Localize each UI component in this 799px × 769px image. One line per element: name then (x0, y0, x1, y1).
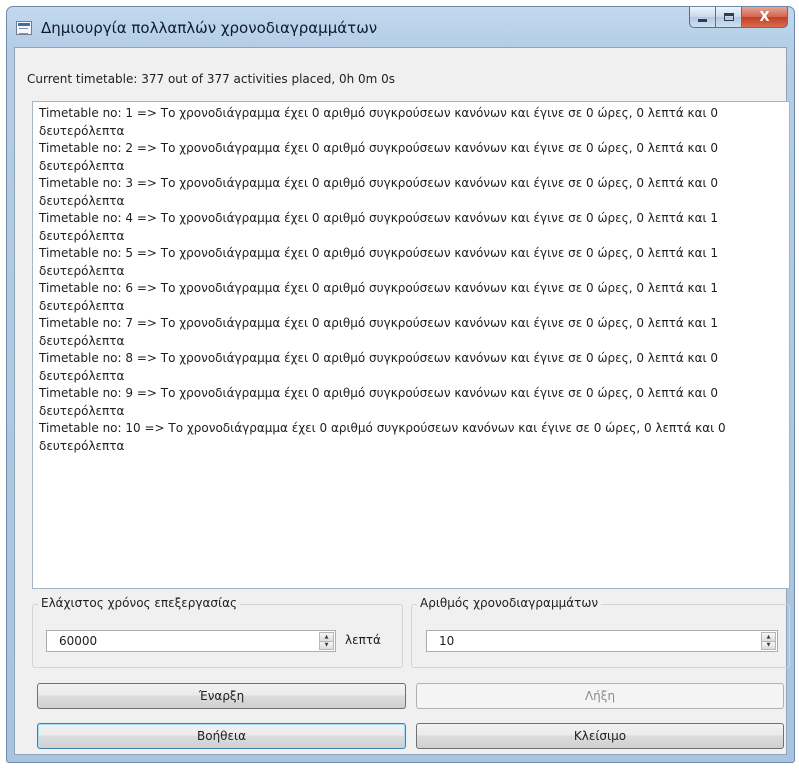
dialog-window: Δημιουργία πολλαπλών χρονοδιαγραμμάτων X… (6, 6, 795, 763)
log-line: Timetable no: 9 => Το χρονοδιάγραμμα έχε… (39, 386, 719, 418)
current-timetable-status: Current timetable: 377 out of 377 activi… (27, 72, 396, 86)
close-button[interactable]: Κλείσιμο (416, 723, 784, 749)
min-time-spin-arrows: ▲ ▼ (319, 632, 334, 650)
spin-down-icon[interactable]: ▼ (319, 641, 334, 650)
minimize-icon (698, 18, 707, 22)
timetable-log[interactable]: Timetable no: 1 => Το χρονοδιάγραμμα έχε… (32, 101, 790, 589)
caption-buttons: X (689, 7, 788, 29)
timetable-count-input[interactable] (439, 631, 639, 651)
help-button[interactable]: Βοήθεια (37, 723, 406, 749)
min-time-group: Ελάχιστος χρόνος επεξεργασίας ▲ ▼ λεπτά (32, 596, 403, 668)
spin-down-icon[interactable]: ▼ (761, 641, 776, 650)
min-time-input[interactable] (59, 631, 259, 651)
maximize-icon (723, 13, 734, 21)
dialog-client-area: Current timetable: 377 out of 377 activi… (14, 47, 790, 755)
min-time-group-label: Ελάχιστος χρόνος επεξεργασίας (38, 596, 241, 610)
log-line: Timetable no: 7 => Το χρονοδιάγραμμα έχε… (39, 316, 719, 348)
min-time-spinbox: ▲ ▼ (46, 630, 336, 652)
maximize-button[interactable] (716, 7, 742, 28)
spin-up-icon[interactable]: ▲ (761, 632, 776, 642)
log-line: Timetable no: 4 => Το χρονοδιάγραμμα έχε… (39, 211, 719, 243)
close-icon: X (759, 9, 770, 25)
log-line: Timetable no: 6 => Το χρονοδιάγραμμα έχε… (39, 281, 719, 313)
minutes-unit-label: λεπτά (345, 633, 381, 647)
log-line: Timetable no: 8 => Το χρονοδιάγραμμα έχε… (39, 351, 719, 383)
timetable-count-group-label: Αριθμός χρονοδιαγραμμάτων (417, 596, 602, 610)
timetable-count-group: Αριθμός χρονοδιαγραμμάτων ▲ ▼ (411, 596, 790, 668)
timetable-count-spin-arrows: ▲ ▼ (761, 632, 776, 650)
start-button[interactable]: Έναρξη (37, 683, 406, 709)
log-line: Timetable no: 1 => Το χρονοδιάγραμμα έχε… (39, 106, 719, 138)
minimize-button[interactable] (689, 7, 716, 28)
window-title: Δημιουργία πολλαπλών χρονοδιαγραμμάτων (41, 19, 378, 37)
log-line: Timetable no: 5 => Το χρονοδιάγραμμα έχε… (39, 246, 719, 278)
log-line: Timetable no: 10 => Το χρονοδιάγραμμα έχ… (39, 421, 726, 453)
stop-button[interactable]: Λήξη (416, 683, 784, 709)
log-line: Timetable no: 2 => Το χρονοδιάγραμμα έχε… (39, 141, 719, 173)
app-window-icon[interactable] (16, 21, 32, 35)
spin-up-icon[interactable]: ▲ (319, 632, 334, 642)
title-bar[interactable]: Δημιουργία πολλαπλών χρονοδιαγραμμάτων X (7, 7, 794, 47)
log-line: Timetable no: 3 => Το χρονοδιάγραμμα έχε… (39, 176, 719, 208)
timetable-count-spinbox: ▲ ▼ (426, 630, 778, 652)
close-window-button[interactable]: X (742, 7, 788, 28)
